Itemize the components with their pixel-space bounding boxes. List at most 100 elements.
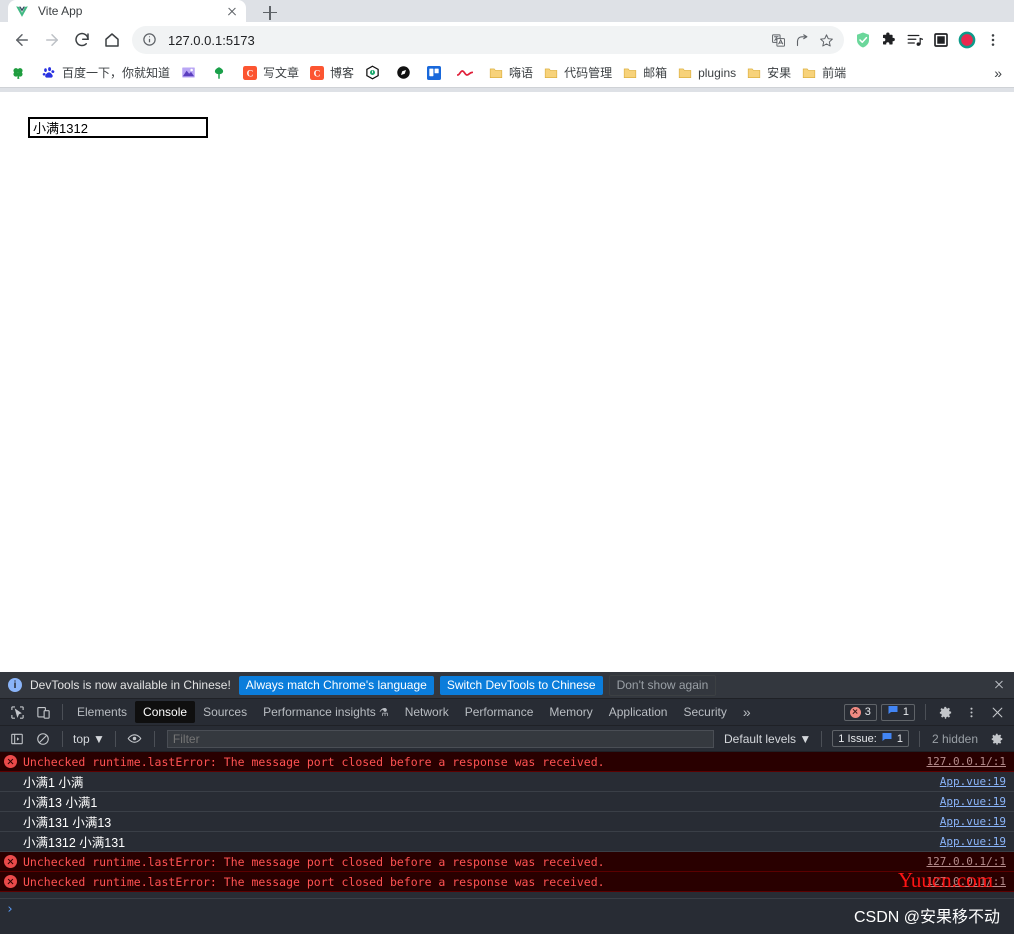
bookmark-item[interactable] [453,62,482,84]
log-levels-selector[interactable]: Default levels ▼ [720,732,815,746]
bookmark-folder[interactable]: 嗨语 [484,62,537,84]
close-devtools-icon[interactable] [984,700,1010,724]
console-message-source[interactable]: App.vue:19 [940,835,1006,848]
browser-tab[interactable]: Vite App [8,0,246,22]
devtools-tab-console[interactable]: Console [135,701,196,723]
console-message-row[interactable]: Unchecked runtime.lastError: The message… [0,752,1014,772]
gear-icon[interactable] [932,700,958,724]
console-message-text: Unchecked runtime.lastError: The message… [23,754,605,769]
bookmark-item[interactable]: 百度一下，你就知道 [37,62,174,84]
bookmark-label: 写文章 [263,66,300,80]
trello-icon [426,65,442,81]
watermark-yuucn: Yuucn.com [898,868,994,892]
error-count-badge[interactable]: 3 [843,703,877,721]
bookmark-folder[interactable]: plugins [673,62,740,84]
clear-console-icon[interactable] [30,727,56,751]
devtools-tab-performance-insights[interactable]: Performance insights ⚗ [255,701,397,723]
hexagon-icon [364,65,380,81]
bookmarks-overflow-button[interactable]: » [988,65,1008,81]
console-message-row[interactable]: 小满1 小满 App.vue:19 [0,772,1014,792]
bookmark-item[interactable] [207,62,236,84]
bookmark-item[interactable] [391,62,420,84]
tab-strip: Vite App [0,0,1014,22]
console-message-row[interactable]: Unchecked runtime.lastError: The message… [0,872,1014,892]
console-message-row[interactable]: Unchecked runtime.lastError: The message… [0,852,1014,872]
more-options-icon[interactable] [958,700,984,724]
console-message-source[interactable]: App.vue:19 [940,815,1006,828]
close-icon[interactable] [990,676,1008,694]
console-message-row[interactable]: 小满131 小满13 App.vue:19 [0,812,1014,832]
devtools-tab-sources[interactable]: Sources [195,701,255,723]
console-message-text: 小满1312 小满131 [23,836,126,850]
device-toolbar-icon[interactable] [30,700,56,724]
site-info-icon[interactable] [142,32,158,48]
console-message-row[interactable]: 小满1312 小满131 App.vue:19 [0,832,1014,852]
bookmark-item[interactable] [360,62,389,84]
dont-show-again-button[interactable]: Don't show again [608,674,717,696]
text-input[interactable] [28,117,208,138]
console-message-source[interactable]: 127.0.0.1/:1 [927,855,1006,868]
bookmark-folder[interactable]: 代码管理 [539,62,616,84]
bookmark-star-icon[interactable] [814,28,838,52]
console-message-row[interactable]: 小满13 小满1 App.vue:19 [0,792,1014,812]
home-button[interactable] [98,26,126,54]
brave-shield-icon[interactable] [850,26,876,54]
divider [62,704,63,720]
devtools-tab-performance[interactable]: Performance [457,701,542,723]
bookmark-folder[interactable]: 邮箱 [618,62,671,84]
console-filter-input[interactable] [166,729,715,748]
address-bar[interactable]: 127.0.0.1:5173 [132,26,844,54]
devtools-tab-network[interactable]: Network [397,701,457,723]
console-message-list[interactable]: Unchecked runtime.lastError: The message… [0,752,1014,892]
console-message-text: 小满13 小满1 [23,796,98,810]
console-message-source[interactable]: App.vue:19 [940,795,1006,808]
devtools-tab-bar: Elements Console Sources Performance ins… [0,699,1014,726]
bookmark-label: 邮箱 [643,66,668,80]
devtools-tabs-overflow[interactable]: » [735,704,759,720]
playlist-icon[interactable] [902,26,928,54]
close-icon[interactable] [224,3,240,19]
bookmark-item[interactable]: C 写文章 [238,62,303,84]
always-match-language-button[interactable]: Always match Chrome's language [238,675,434,695]
svg-text:C: C [247,69,254,79]
console-message-source[interactable]: 127.0.0.1/:1 [927,755,1006,768]
chrome-menu-icon[interactable] [980,26,1006,54]
issues-badge[interactable]: 1 Issue: 1 [832,730,909,747]
bookmark-item[interactable] [422,62,451,84]
info-icon: i [8,678,22,692]
warning-count-badge[interactable]: 1 [880,703,915,721]
bookmark-label: plugins [698,65,737,80]
bookmark-label: 安果 [767,66,792,80]
bookmark-item[interactable]: C 博客 [305,62,358,84]
new-tab-button[interactable] [256,2,284,22]
devtools-tab-security[interactable]: Security [675,701,734,723]
reload-button[interactable] [68,26,96,54]
bookmark-label: 前端 [822,66,847,80]
share-icon[interactable] [790,28,814,52]
divider [925,704,926,720]
inspect-element-icon[interactable] [4,700,30,724]
bookmark-label: 嗨语 [509,66,534,80]
console-settings-icon[interactable] [984,727,1010,751]
reading-list-icon[interactable] [928,26,954,54]
back-button[interactable] [8,26,36,54]
devtools-tab-application[interactable]: Application [601,701,676,723]
bookmark-item[interactable] [176,62,205,84]
switch-to-chinese-button[interactable]: Switch DevTools to Chinese [439,675,603,695]
record-icon[interactable] [954,26,980,54]
live-expression-icon[interactable] [122,727,148,751]
folder-icon [543,65,559,81]
console-message-source[interactable]: App.vue:19 [940,775,1006,788]
forward-button[interactable] [38,26,66,54]
bookmark-folder[interactable]: 安果 [742,62,795,84]
puzzle-extensions-icon[interactable] [876,26,902,54]
bookmark-folder[interactable]: 前端 [797,62,850,84]
folder-icon [677,65,693,81]
bookmark-item[interactable] [6,62,35,84]
console-sidebar-icon[interactable] [4,727,30,751]
devtools-tab-memory[interactable]: Memory [541,701,600,723]
execution-context-selector[interactable]: top ▼ [69,732,109,746]
compass-icon [395,65,411,81]
devtools-tab-elements[interactable]: Elements [69,701,135,723]
translate-icon[interactable] [766,28,790,52]
